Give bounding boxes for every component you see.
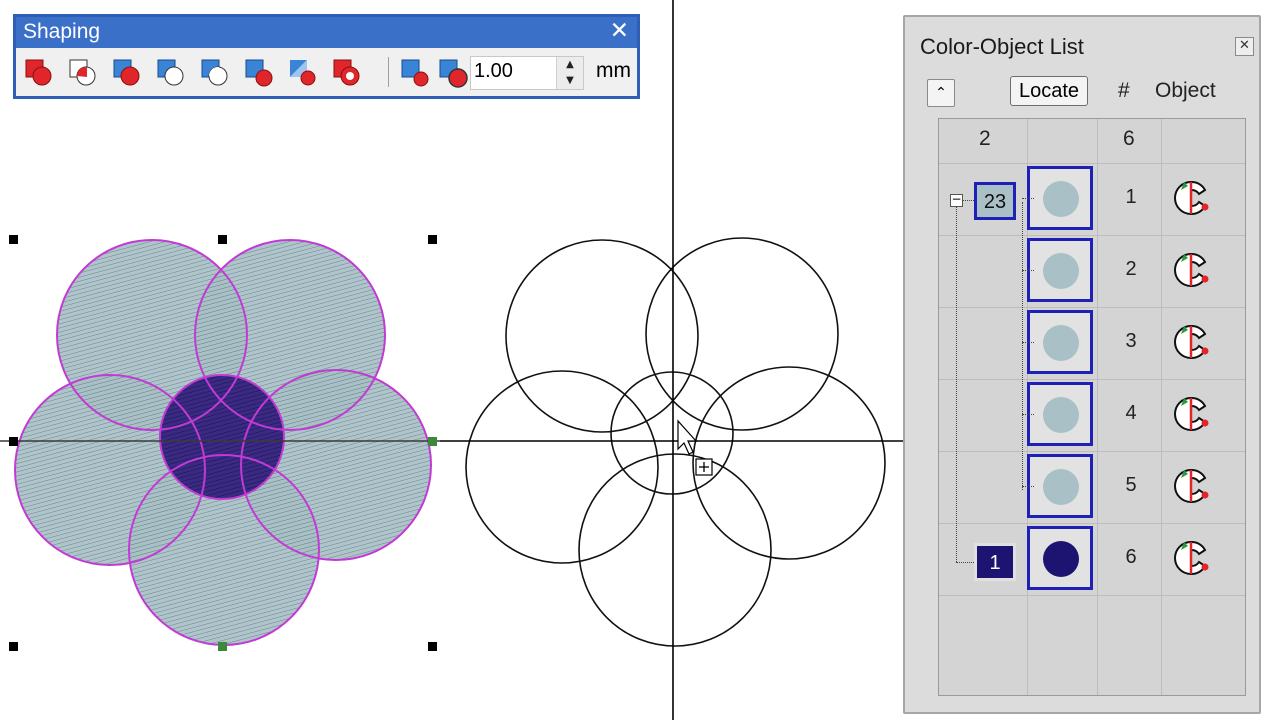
object-swatch <box>1043 181 1079 217</box>
offset-icon <box>439 59 468 88</box>
shaping-title: Shaping <box>23 20 101 43</box>
divide-button[interactable] <box>286 55 320 89</box>
object-cell[interactable] <box>1027 526 1093 590</box>
object-swatch <box>1043 469 1079 505</box>
toolbar-separator <box>388 57 389 87</box>
separate-button[interactable] <box>198 55 232 89</box>
column-header-number: # <box>1118 79 1130 102</box>
remove-overlap-button[interactable] <box>330 55 364 89</box>
collapse-all-button[interactable]: ⌃ <box>927 79 955 107</box>
stitch-object-icon[interactable] <box>1171 176 1213 220</box>
subtract-button[interactable] <box>110 55 144 89</box>
outline-circles[interactable] <box>465 237 886 647</box>
locate-button[interactable]: Locate <box>1010 76 1088 106</box>
stitch-object-icon[interactable] <box>1171 248 1213 292</box>
exclude-icon <box>157 59 184 86</box>
tree-connector <box>1022 342 1034 344</box>
trim-button[interactable] <box>242 55 276 89</box>
expand-collapse-icon[interactable]: − <box>950 193 963 207</box>
object-swatch <box>1043 397 1079 433</box>
stitch-object-icon[interactable] <box>1171 320 1213 364</box>
close-icon[interactable]: ✕ <box>1235 37 1254 56</box>
stitch-object-icon[interactable] <box>1171 392 1213 436</box>
object-number: 3 <box>1125 330 1137 352</box>
stitch-object-icon[interactable] <box>1171 536 1213 580</box>
object-swatch <box>1043 325 1079 361</box>
offset-value[interactable]: 1.00 <box>474 60 513 83</box>
shaping-titlebar[interactable]: Shaping ✕ <box>16 17 637 48</box>
object-cell[interactable] <box>1027 382 1093 446</box>
spin-arrows: ▲ ▼ <box>556 57 583 89</box>
shaping-tool-row: 1.00 ▲ ▼ mm <box>22 53 631 93</box>
shaping-toolbar: Shaping ✕ 1.00 ▲ ▼ mm <box>13 14 640 99</box>
object-cell[interactable] <box>1027 238 1093 302</box>
tree-connector <box>1022 486 1034 488</box>
subtract-icon <box>113 59 140 86</box>
object-number: 4 <box>1125 402 1137 424</box>
embroidered-flower[interactable] <box>0 239 440 646</box>
tree-connector <box>1022 414 1034 416</box>
mouse-cursor-icon <box>677 419 713 476</box>
object-number: 1 <box>1125 186 1137 208</box>
object-number: 2 <box>1125 258 1137 280</box>
offset-button[interactable] <box>436 55 470 89</box>
object-cell[interactable] <box>1027 310 1093 374</box>
column-header-object: Object <box>1155 79 1216 102</box>
intersect-button[interactable] <box>66 55 100 89</box>
spin-up-icon[interactable]: ▲ <box>557 57 583 73</box>
tree-connector <box>1022 198 1034 200</box>
object-number: 6 <box>1125 546 1137 568</box>
color-group-1[interactable]: 1 <box>974 543 1016 581</box>
object-cell[interactable] <box>1027 166 1093 230</box>
stitch-object-icon[interactable] <box>1171 464 1213 508</box>
object-swatch <box>1043 253 1079 289</box>
separate-icon <box>201 59 228 86</box>
spin-down-icon[interactable]: ▼ <box>557 73 583 89</box>
color-object-grid[interactable]: 2 6 − 23 1 123456 <box>938 118 1246 696</box>
color-object-list-title: Color-Object List <box>920 34 1084 59</box>
combine-button[interactable] <box>22 55 56 89</box>
remove-overlap-icon <box>333 59 360 86</box>
object-number: 5 <box>1125 474 1137 496</box>
trim-outline-button[interactable] <box>398 55 432 89</box>
trim-icon <box>245 59 273 87</box>
offset-spinbox[interactable]: 1.00 ▲ ▼ <box>470 56 584 90</box>
divide-icon <box>290 60 316 86</box>
color-count: 2 <box>979 127 991 150</box>
trim-outline-icon <box>401 59 429 87</box>
color-object-list-panel: Color-Object List ✕ ⌃ Locate # Object 2 … <box>903 15 1261 714</box>
unit-label: mm <box>596 59 631 82</box>
object-cell[interactable] <box>1027 454 1093 518</box>
close-icon[interactable]: ✕ <box>610 18 629 44</box>
object-swatch <box>1043 541 1079 577</box>
object-count: 6 <box>1123 127 1135 150</box>
color-group-23[interactable]: 23 <box>974 182 1016 220</box>
exclude-button[interactable] <box>154 55 188 89</box>
intersect-icon <box>69 59 96 86</box>
combine-icon <box>25 59 52 86</box>
tree-connector <box>1022 270 1034 272</box>
